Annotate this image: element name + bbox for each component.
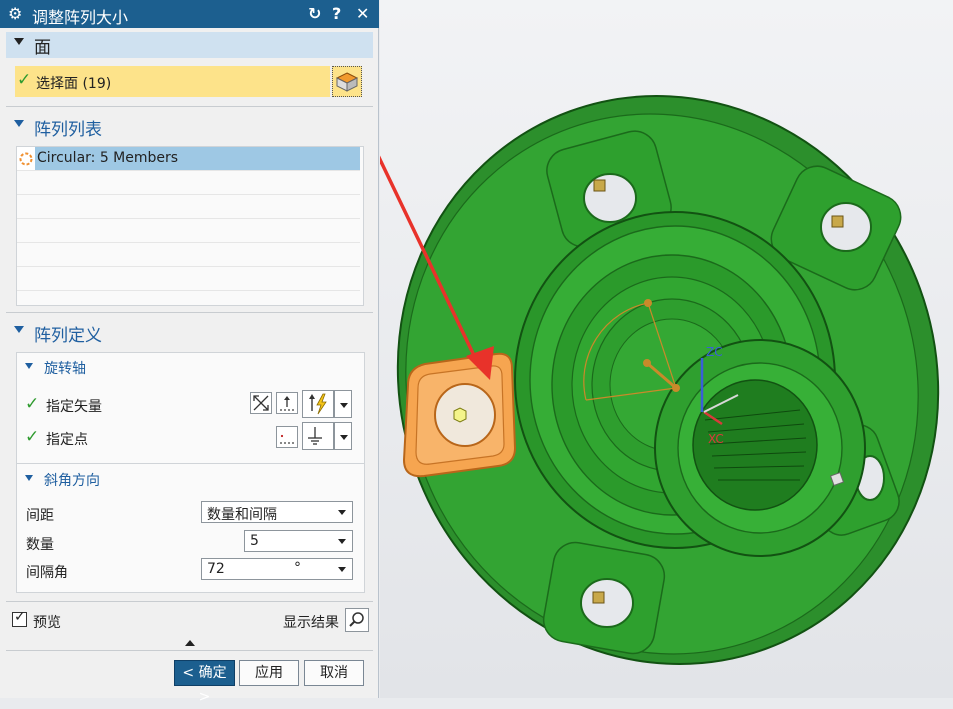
- cancel-button[interactable]: 取消: [304, 660, 364, 686]
- divider: [6, 106, 373, 107]
- show-result-label: 显示结果: [283, 615, 339, 631]
- list-item-label: Circular: 5 Members: [37, 150, 179, 166]
- check-icon: ✓: [17, 70, 32, 90]
- spacing-value: 数量和间隔: [207, 507, 277, 523]
- preview-checkbox[interactable]: ✓: [12, 609, 27, 627]
- dialog-title-bar[interactable]: ⚙ 调整阵列大小 ↻ ? ✕: [0, 0, 379, 28]
- specify-point-label: 指定点: [46, 432, 88, 448]
- apply-button[interactable]: 应用: [239, 660, 299, 686]
- chevron-down-icon: [340, 435, 348, 440]
- select-face-label: 选择面 (19): [36, 76, 112, 92]
- divider: [6, 312, 373, 313]
- chevron-down-icon: [340, 403, 348, 408]
- chevron-down-icon: [338, 539, 346, 544]
- point-type-dropdown[interactable]: [334, 422, 352, 450]
- inferred-vector-icon: [309, 393, 327, 415]
- divider: [6, 650, 373, 651]
- show-result-button[interactable]: [345, 608, 369, 632]
- spacing-select[interactable]: 数量和间隔: [201, 501, 353, 523]
- collapse-arrow-icon: [14, 326, 24, 333]
- select-face-row[interactable]: ✓ 选择面 (19): [15, 66, 330, 97]
- preview-label: 预览: [33, 615, 61, 631]
- count-input[interactable]: 5: [244, 530, 353, 552]
- vector-dialog-button[interactable]: [250, 392, 272, 414]
- check-icon: ✓: [25, 427, 40, 447]
- list-item[interactable]: [17, 195, 360, 219]
- array-definition-group-header[interactable]: 阵列定义: [6, 320, 373, 346]
- reverse-direction-icon: [280, 396, 294, 411]
- count-label: 数量: [26, 537, 54, 553]
- spacing-label: 间距: [26, 508, 54, 524]
- vector-dialog-icon: [253, 395, 269, 411]
- face-select-icon: [335, 72, 359, 92]
- check-icon: ✓: [25, 394, 40, 414]
- list-item[interactable]: [17, 243, 360, 267]
- collapse-arrow-icon: [25, 363, 33, 369]
- chevron-down-icon: [338, 567, 346, 572]
- angle-direction-header[interactable]: 斜角方向: [18, 467, 358, 491]
- inferred-point-button[interactable]: [302, 422, 334, 450]
- face-group-header[interactable]: 面: [6, 32, 373, 58]
- help-icon[interactable]: ?: [332, 4, 341, 23]
- collapse-arrow-icon: [14, 38, 24, 45]
- point-dialog-button[interactable]: [276, 426, 298, 448]
- checkmark-icon: ✓: [14, 609, 26, 625]
- angle-direction-label: 斜角方向: [44, 473, 100, 489]
- ok-button[interactable]: < 确定 >: [174, 660, 235, 705]
- list-item[interactable]: Circular: 5 Members: [17, 147, 360, 171]
- graphics-viewport[interactable]: ZC XC: [380, 0, 953, 698]
- reverse-direction-button[interactable]: [276, 392, 298, 414]
- vector-type-dropdown[interactable]: [334, 390, 352, 418]
- collapse-arrow-icon: [25, 475, 33, 481]
- collapse-arrow-icon: [14, 120, 24, 127]
- dialog-title: 调整阵列大小: [32, 8, 129, 27]
- list-item[interactable]: [17, 267, 360, 291]
- specify-vector-label: 指定矢量: [46, 399, 102, 415]
- face-group-label: 面: [34, 38, 51, 58]
- array-list-group-header[interactable]: 阵列列表: [6, 114, 373, 140]
- list-item[interactable]: [17, 219, 360, 243]
- pitch-angle-label: 间隔角: [26, 565, 68, 581]
- circular-pattern-icon: [19, 152, 33, 166]
- inferred-point-icon: [308, 427, 322, 445]
- reset-icon[interactable]: ↻: [308, 4, 321, 23]
- axis-label-zc: ZC: [706, 345, 723, 359]
- gear-icon[interactable]: ⚙: [8, 4, 22, 23]
- array-definition-group-label: 阵列定义: [34, 326, 102, 346]
- divider: [6, 601, 373, 602]
- magnifier-icon: [349, 612, 364, 627]
- pitch-angle-input[interactable]: 72 °: [201, 558, 353, 580]
- chevron-down-icon: [338, 510, 346, 515]
- point-dialog-icon: [280, 434, 294, 444]
- rotation-axis-header[interactable]: 旋转轴: [18, 355, 358, 379]
- count-value: 5: [250, 533, 259, 549]
- list-item[interactable]: [17, 171, 360, 195]
- array-list-group-label: 阵列列表: [34, 120, 102, 140]
- inferred-vector-button[interactable]: [302, 390, 334, 418]
- close-icon[interactable]: ✕: [356, 4, 369, 23]
- select-face-button[interactable]: [332, 66, 362, 97]
- part-model[interactable]: ZC XC: [380, 0, 953, 698]
- pitch-angle-unit: °: [294, 560, 301, 576]
- rotation-axis-label: 旋转轴: [44, 361, 86, 377]
- adjust-pattern-size-dialog: ⚙ 调整阵列大小 ↻ ? ✕ 面 ✓ 选择面 (19) 阵列列表 Circula…: [0, 0, 379, 705]
- axis-label-xc: XC: [708, 432, 724, 446]
- pitch-angle-value: 72: [207, 561, 225, 577]
- expand-more-icon[interactable]: [185, 640, 195, 646]
